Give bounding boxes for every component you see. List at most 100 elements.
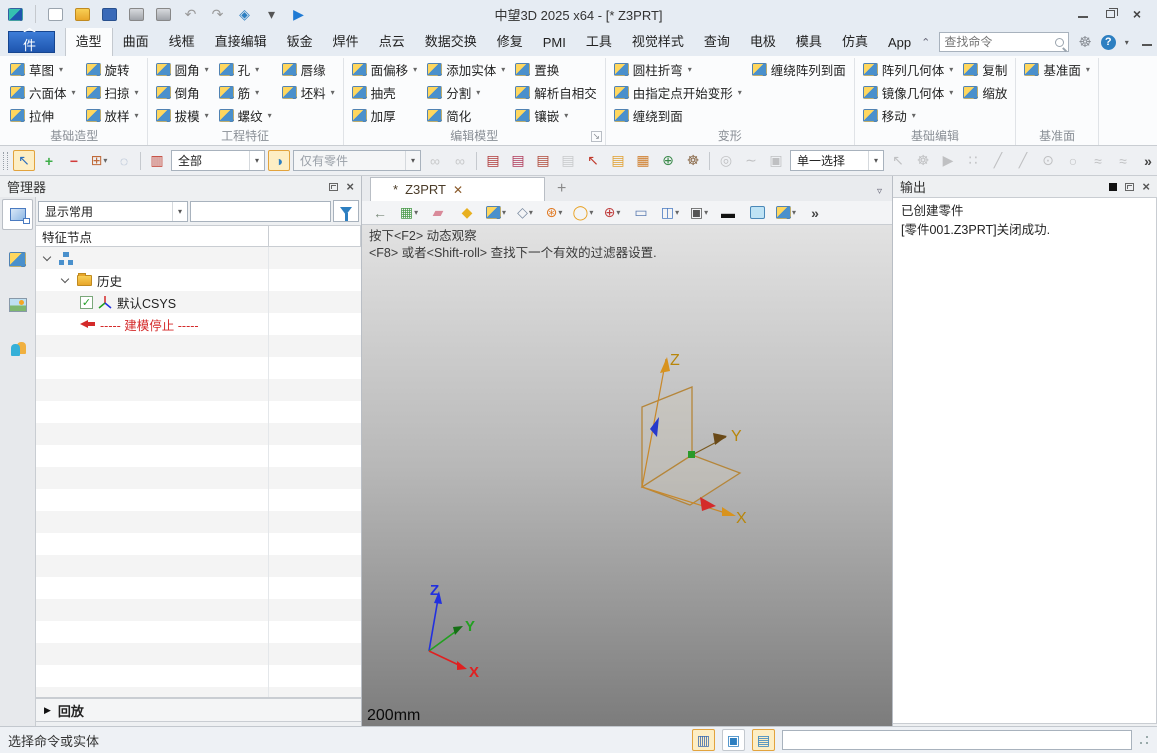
ribbon-item[interactable]: 面偏移 ▾ <box>347 58 423 81</box>
scope-filter-combo[interactable]: 仅有零件 ▾ <box>293 150 421 171</box>
ribbon-item[interactable]: 倒角 <box>151 81 214 104</box>
ribbon-item[interactable]: 复制 <box>958 58 1012 81</box>
command-search[interactable] <box>939 32 1070 52</box>
ribbon-item[interactable]: 抽壳 <box>347 81 423 104</box>
viewport[interactable]: 按下<F2> 动态观察 <F8> 或者<Shift-roll> 查找下一个有效的… <box>362 225 892 726</box>
prompt-collapse-icon[interactable]: ▿ <box>877 186 882 201</box>
dropdown-arrow-icon[interactable]: ▾ <box>205 65 209 74</box>
assembly-manager-tab[interactable] <box>2 244 33 275</box>
feature-search-input[interactable] <box>190 200 331 222</box>
tab-9[interactable]: PMI <box>533 30 576 56</box>
dropdown-arrow-icon[interactable]: ▾ <box>675 208 679 217</box>
undo-button[interactable]: ↶ <box>181 5 200 24</box>
manager-close-icon[interactable]: × <box>346 180 354 193</box>
ribbon-item[interactable]: 圆柱折弯 ▾ <box>609 58 747 81</box>
ribbon-item[interactable]: 拔模 ▾ <box>151 104 214 127</box>
ribbon-item[interactable]: 简化 <box>422 104 510 127</box>
qat-customize-button[interactable]: ▾ <box>262 5 281 24</box>
ribbon-item[interactable]: 阵列几何体 ▾ <box>858 58 959 81</box>
display-mode-combo[interactable]: 显示常用 ▾ <box>38 200 188 222</box>
dropdown-arrow-icon[interactable]: ▾ <box>502 208 506 217</box>
tab-0[interactable]: 造型 <box>64 25 113 56</box>
resize-grip-icon[interactable] <box>1139 735 1149 745</box>
tab-13[interactable]: 电极 <box>740 26 786 56</box>
display-monitor-button[interactable]: ▣ ▾ <box>689 203 709 222</box>
dropdown-arrow-icon[interactable]: ▾ <box>331 88 335 97</box>
tab-5[interactable]: 焊件 <box>323 26 369 56</box>
sel-segment-button[interactable]: ╱ <box>1012 150 1034 171</box>
tab-6[interactable]: 点云 <box>369 26 415 56</box>
visual-manager-tab[interactable] <box>2 289 33 320</box>
pick-component-button[interactable]: ▤ <box>557 150 579 171</box>
background-color-button[interactable] <box>747 203 767 222</box>
sel-cursor-button[interactable]: ↖ <box>887 150 909 171</box>
dropdown-arrow-icon[interactable]: ▾ <box>255 65 259 74</box>
box-select-button[interactable]: ⊞ ▾ <box>88 150 110 171</box>
dropdown-arrow-icon[interactable]: ▾ <box>616 208 620 217</box>
sel-points-button[interactable]: ∷ <box>962 150 984 171</box>
tab-4[interactable]: 钣金 <box>277 26 323 56</box>
select-mode-combo[interactable]: 单一选择 ▾ <box>790 150 884 171</box>
tab-15[interactable]: 仿真 <box>832 26 878 56</box>
dropdown-arrow-icon[interactable]: ▾ <box>949 65 953 74</box>
dropdown-arrow-icon[interactable]: ▾ <box>949 88 953 97</box>
ribbon-item[interactable]: 由指定点开始变形 ▾ <box>609 81 747 104</box>
help-icon[interactable]: ? <box>1100 34 1116 50</box>
ribbon-item[interactable]: 扫掠 ▾ <box>81 81 144 104</box>
dropdown-arrow-icon[interactable]: ▾ <box>414 208 418 217</box>
eraser-button[interactable]: ▰ <box>428 203 448 222</box>
ribbon-item[interactable]: 分割 ▾ <box>422 81 510 104</box>
close-icon[interactable]: × <box>1133 7 1141 21</box>
dropdown-arrow-icon[interactable]: ▾ <box>135 88 139 97</box>
visibility-checkbox[interactable]: ✓ <box>80 295 93 309</box>
tab-16[interactable]: App <box>878 30 921 56</box>
ribbon-item[interactable]: 拉伸 <box>5 104 81 127</box>
pick-last-button[interactable]: ↖ <box>582 150 604 171</box>
tab-7[interactable]: 数据交换 <box>415 26 487 56</box>
resource-browser-button[interactable]: ⊕ <box>657 150 679 171</box>
wireframe-display-button[interactable]: ◇ ▾ <box>515 203 535 222</box>
ribbon-item[interactable]: 缩放 <box>958 81 1012 104</box>
tab-2[interactable]: 线框 <box>159 26 205 56</box>
dropdown-arrow-icon[interactable]: ▾ <box>558 208 562 217</box>
tab-11[interactable]: 视觉样式 <box>622 26 694 56</box>
ribbon-item[interactable]: 添加实体 ▾ <box>422 58 510 81</box>
dropdown-arrow-icon[interactable]: ▾ <box>564 111 568 120</box>
minimize-icon[interactable] <box>1077 10 1088 18</box>
tree-column-header[interactable]: 特征节点 <box>36 225 361 247</box>
sel-circle-button[interactable]: ○ <box>1062 150 1084 171</box>
view-orientation-button[interactable]: ◆ <box>457 203 477 222</box>
ribbon-item[interactable]: 镜像几何体 ▾ <box>858 81 959 104</box>
ribbon-item[interactable]: 缠绕阵列到面 <box>747 58 851 81</box>
monitor-toggle[interactable]: ▣ <box>722 729 745 751</box>
tab-3[interactable]: 直接编辑 <box>205 26 277 56</box>
feature-tree[interactable]: 历史 ✓ 默认CSYS ----- 建模停止 ----- <box>36 247 361 698</box>
compass-button[interactable]: ◎ <box>715 150 737 171</box>
part-filter-toggle[interactable]: ◑ <box>268 150 290 171</box>
pick-face-button[interactable]: ▤ <box>507 150 529 171</box>
dropdown-arrow-icon[interactable]: ▾ <box>103 156 107 165</box>
viewbar-overflow-button[interactable]: » <box>805 203 825 222</box>
output-panel-toggle[interactable]: ▤ <box>752 729 775 751</box>
dropdown-arrow-icon[interactable]: ▾ <box>704 208 708 217</box>
settings-tool-button[interactable]: ☸ <box>682 150 704 171</box>
dropdown-arrow-icon[interactable]: ▾ <box>792 208 796 217</box>
save-button[interactable] <box>100 5 119 24</box>
output-restore-icon[interactable] <box>1125 182 1135 191</box>
spin-view-button[interactable]: ⊛ ▾ <box>544 203 564 222</box>
curve-tool-button[interactable]: ∼ <box>740 150 762 171</box>
dialog-launcher-icon[interactable]: ↘ <box>590 131 602 142</box>
redo-button[interactable]: ↷ <box>208 5 227 24</box>
plane-tool-button[interactable]: ▣ <box>765 150 787 171</box>
dropdown-arrow-icon[interactable]: ▾ <box>1086 65 1090 74</box>
default-csys-node[interactable]: ✓ 默认CSYS <box>36 291 361 313</box>
batch-print-button[interactable] <box>154 5 173 24</box>
open-file-button[interactable] <box>73 5 92 24</box>
tab-12[interactable]: 查询 <box>694 26 740 56</box>
new-file-button[interactable] <box>46 5 65 24</box>
ribbon-item[interactable]: 唇缘 <box>277 58 340 81</box>
help-dropdown-icon[interactable]: ▾ <box>1125 38 1129 47</box>
sel-line-button[interactable]: ╱ <box>987 150 1009 171</box>
history-folder-node[interactable]: 历史 <box>36 269 361 291</box>
line-width-button[interactable]: ▬ <box>718 203 738 222</box>
